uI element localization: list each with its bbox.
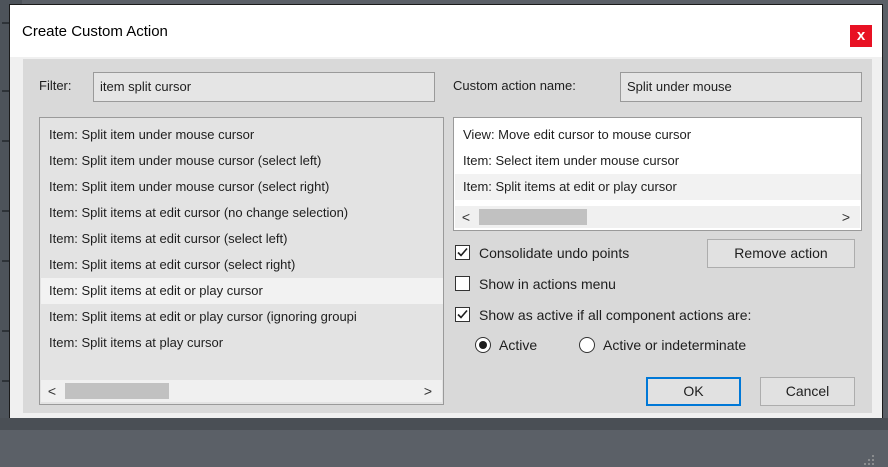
- chevron-right-icon[interactable]: >: [417, 380, 439, 402]
- ok-button[interactable]: OK: [646, 377, 741, 406]
- radio-selected-dot: [479, 341, 487, 349]
- create-custom-action-dialog: Create Custom Action x Filter: item spli…: [9, 4, 883, 465]
- list-item[interactable]: Item: Split items at edit or play cursor…: [41, 304, 443, 330]
- dialog-content: Filter: item split cursor Custom action …: [10, 57, 882, 465]
- custom-action-name-input[interactable]: Split under mouse: [620, 72, 862, 102]
- show-in-actions-menu-checkbox[interactable]: [455, 276, 470, 291]
- list-item[interactable]: Item: Split item under mouse cursor: [41, 122, 443, 148]
- chevron-left-icon[interactable]: <: [41, 380, 63, 402]
- title-bar: Create Custom Action x: [10, 5, 882, 57]
- list-item[interactable]: Item: Split items at edit cursor (select…: [41, 226, 443, 252]
- chevron-left-icon[interactable]: <: [455, 206, 477, 228]
- show-as-active-checkbox[interactable]: [455, 307, 470, 322]
- available-actions-list[interactable]: Item: Split item under mouse cursor Item…: [39, 117, 444, 405]
- scrollbar-thumb[interactable]: [65, 383, 169, 399]
- consolidate-undo-checkbox[interactable]: [455, 245, 470, 260]
- list-item[interactable]: View: Move edit cursor to mouse cursor: [455, 122, 861, 148]
- custom-action-steps-list[interactable]: View: Move edit cursor to mouse cursor I…: [453, 117, 862, 231]
- list-item-selected[interactable]: Item: Split items at edit or play cursor: [455, 174, 861, 200]
- list-item-selected[interactable]: Item: Split items at edit or play cursor: [41, 278, 443, 304]
- list-item[interactable]: Item: Split item under mouse cursor (sel…: [41, 148, 443, 174]
- filter-label: Filter:: [39, 78, 72, 93]
- resize-grip-icon[interactable]: [862, 453, 876, 467]
- chevron-right-icon[interactable]: >: [835, 206, 857, 228]
- scrollbar-thumb[interactable]: [479, 209, 587, 225]
- custom-action-name-label: Custom action name:: [453, 78, 576, 93]
- show-in-actions-menu-label: Show in actions menu: [479, 276, 616, 292]
- remove-action-button[interactable]: Remove action: [707, 239, 855, 268]
- active-or-indeterminate-radio[interactable]: [579, 337, 595, 353]
- consolidate-undo-label: Consolidate undo points: [479, 245, 630, 261]
- list-item[interactable]: Item: Split item under mouse cursor (sel…: [41, 174, 443, 200]
- left-list-scrollbar[interactable]: < >: [41, 380, 442, 402]
- dialog-panel: Filter: item split cursor Custom action …: [23, 59, 872, 413]
- active-radio[interactable]: [475, 337, 491, 353]
- cancel-button[interactable]: Cancel: [760, 377, 855, 406]
- window-title: Create Custom Action: [22, 23, 168, 40]
- right-list-scrollbar[interactable]: < >: [455, 206, 860, 228]
- filter-input[interactable]: item split cursor: [93, 72, 435, 102]
- list-item[interactable]: Item: Split items at edit cursor (no cha…: [41, 200, 443, 226]
- close-icon: x: [856, 27, 866, 44]
- list-item[interactable]: Item: Split items at edit cursor (select…: [41, 252, 443, 278]
- list-item[interactable]: Item: Split items at play cursor: [41, 330, 443, 356]
- check-icon: [457, 247, 468, 257]
- list-item[interactable]: Item: Select item under mouse cursor: [455, 148, 861, 174]
- active-or-indeterminate-label: Active or indeterminate: [603, 337, 747, 353]
- background-app-bottom: [0, 418, 888, 430]
- show-as-active-label: Show as active if all component actions …: [479, 307, 752, 323]
- check-icon: [457, 309, 468, 319]
- close-button[interactable]: x: [850, 25, 872, 47]
- active-radio-label: Active: [499, 337, 538, 353]
